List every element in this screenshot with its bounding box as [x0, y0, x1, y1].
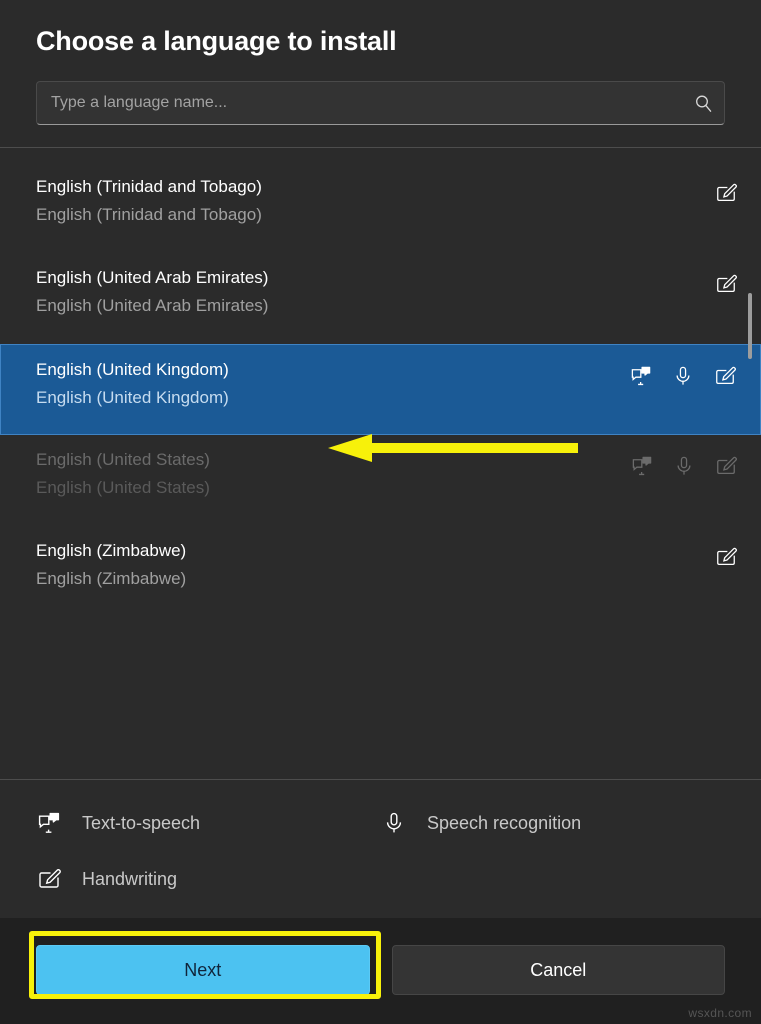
language-native-name: English (United Kingdom) — [36, 389, 229, 406]
table-row[interactable]: English (United Arab Emirates) English (… — [0, 253, 761, 344]
language-native-name: English (Trinidad and Tobago) — [36, 206, 262, 223]
language-native-name: English (Zimbabwe) — [36, 570, 186, 587]
language-feature-icons — [628, 361, 738, 389]
handwriting-icon[interactable] — [713, 271, 739, 297]
legend-label: Speech recognition — [427, 813, 581, 834]
search-icon[interactable] — [682, 94, 724, 113]
text-to-speech-icon — [36, 810, 62, 836]
legend-label: Handwriting — [82, 869, 177, 890]
language-feature-icons — [713, 542, 739, 570]
handwriting-icon — [36, 866, 62, 892]
language-feature-icons — [713, 178, 739, 206]
cancel-button[interactable]: Cancel — [392, 945, 726, 995]
dialog-footer: Next Cancel wsxdn.com — [0, 918, 761, 1024]
table-row-selected[interactable]: English (United Kingdom) English (United… — [0, 344, 761, 435]
table-row[interactable]: English (Trinidad and Tobago) English (T… — [0, 162, 761, 253]
handwriting-icon[interactable] — [713, 544, 739, 570]
table-row[interactable]: English (Zimbabwe) English (Zimbabwe) — [0, 526, 761, 617]
language-feature-icons — [713, 269, 739, 297]
language-name: English (United Kingdom) — [36, 361, 229, 378]
search-box[interactable] — [36, 81, 725, 125]
language-labels: English (Trinidad and Tobago) English (T… — [36, 178, 262, 223]
language-native-name: English (United States) — [36, 479, 210, 496]
language-name: English (United Arab Emirates) — [36, 269, 268, 286]
legend-label: Text-to-speech — [82, 813, 200, 834]
language-labels: English (Zimbabwe) English (Zimbabwe) — [36, 542, 186, 587]
language-list: English (Trinidad and Tobago) English (T… — [0, 148, 761, 779]
search-input[interactable] — [37, 82, 682, 124]
language-name: English (United States) — [36, 451, 210, 468]
table-row-disabled: English (United States) English (United … — [0, 435, 761, 526]
language-labels: English (United Arab Emirates) English (… — [36, 269, 268, 314]
language-install-dialog: Choose a language to install English (Tr… — [0, 0, 761, 1024]
language-labels: English (United Kingdom) English (United… — [36, 361, 229, 406]
next-button[interactable]: Next — [36, 945, 370, 995]
language-name: English (Trinidad and Tobago) — [36, 178, 262, 195]
language-list-region: English (Trinidad and Tobago) English (T… — [0, 148, 761, 779]
page-title: Choose a language to install — [36, 26, 725, 57]
handwriting-icon[interactable] — [712, 363, 738, 389]
language-feature-icons — [629, 451, 739, 479]
text-to-speech-icon[interactable] — [628, 363, 654, 389]
dialog-header: Choose a language to install — [0, 0, 761, 147]
language-native-name: English (United Arab Emirates) — [36, 297, 268, 314]
scrollbar-thumb[interactable] — [748, 293, 752, 359]
handwriting-icon[interactable] — [713, 180, 739, 206]
list-scrollbar[interactable] — [745, 148, 755, 779]
speech-recognition-icon — [671, 453, 697, 479]
language-labels: English (United States) English (United … — [36, 451, 210, 496]
language-name: English (Zimbabwe) — [36, 542, 186, 559]
watermark: wsxdn.com — [688, 1006, 752, 1020]
speech-recognition-icon[interactable] — [670, 363, 696, 389]
text-to-speech-icon — [629, 453, 655, 479]
legend-item-speech-recognition: Speech recognition — [381, 810, 725, 836]
feature-legend: Text-to-speech Speech recognition — [0, 780, 761, 918]
handwriting-icon — [713, 453, 739, 479]
speech-recognition-icon — [381, 810, 407, 836]
legend-item-handwriting: Handwriting — [36, 866, 381, 892]
legend-item-text-to-speech: Text-to-speech — [36, 810, 381, 836]
